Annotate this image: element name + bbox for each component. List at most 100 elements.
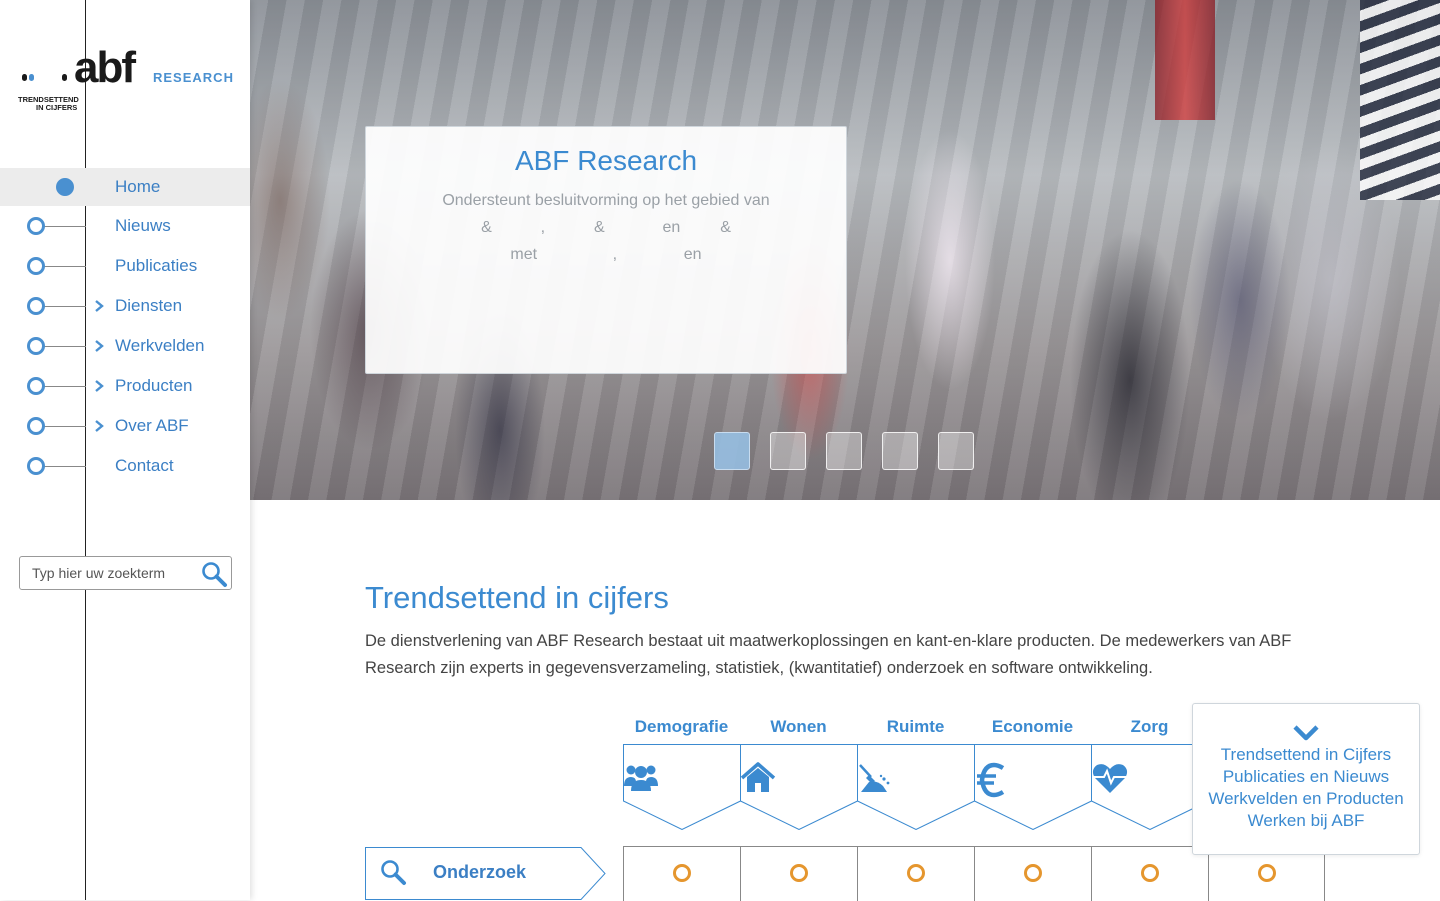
slide-dot-4[interactable] xyxy=(882,432,918,470)
nav-item-nieuws[interactable]: Nieuws xyxy=(0,206,250,246)
slide-pagination xyxy=(714,432,974,470)
chevron-right-icon[interactable] xyxy=(92,339,106,353)
nav-item-over-abf[interactable]: Over ABF xyxy=(0,406,250,446)
nav-node-icon xyxy=(27,337,45,355)
ring-icon xyxy=(673,864,691,882)
quicknav-link-werken[interactable]: Werken bij ABF xyxy=(1193,810,1419,832)
chevron-right-icon[interactable] xyxy=(92,379,106,393)
matrix-cell[interactable] xyxy=(1208,847,1325,901)
nav-item-contact[interactable]: Contact xyxy=(0,446,250,486)
row-onderzoek-label: Onderzoek xyxy=(433,862,527,882)
people-icon-svg xyxy=(624,765,658,791)
logo-tagline-line: IN CIJFERS xyxy=(36,103,78,112)
matrix-cell[interactable] xyxy=(1091,847,1208,901)
nav-node-icon xyxy=(27,257,45,275)
row-onderzoek[interactable]: Onderzoek xyxy=(365,847,607,900)
category-box xyxy=(974,744,1092,830)
page-title: Trendsettend in cijfers xyxy=(365,580,669,615)
slide-dot-5[interactable] xyxy=(938,432,974,470)
hero-background-detail xyxy=(1155,0,1215,120)
category-box xyxy=(623,744,741,830)
nav-item-home[interactable]: Home xyxy=(0,168,250,206)
nav-node-icon xyxy=(56,178,74,196)
main-navigation: Home Nieuws Publicaties Diensten Werkvel… xyxy=(0,168,250,486)
slide-dot-3[interactable] xyxy=(826,432,862,470)
ring-icon xyxy=(1024,864,1042,882)
slide-dot-2[interactable] xyxy=(770,432,806,470)
nav-item-label: Over ABF xyxy=(115,416,189,435)
nav-item-label: Werkvelden xyxy=(115,336,205,355)
nav-item-label: Diensten xyxy=(115,296,183,315)
abf-logo[interactable]: abf RESEARCH TRENDSETTEND IN CIJFERS xyxy=(18,46,233,116)
nav-node-icon xyxy=(27,417,45,435)
category-label: Zorg xyxy=(1130,717,1169,736)
nav-item-label: Nieuws xyxy=(115,216,171,235)
category-label: Ruimte xyxy=(886,717,945,736)
hero-text-line: & , & en & xyxy=(481,219,731,236)
hero-text-line: met , en xyxy=(510,246,702,263)
sidebar: abf RESEARCH TRENDSETTEND IN CIJFERS Hom… xyxy=(0,0,250,900)
quicknav-link-publicaties[interactable]: Publicaties en Nieuws xyxy=(1193,766,1419,788)
nav-item-producten[interactable]: Producten xyxy=(0,366,250,406)
hero-text: Ondersteunt besluitvorming op het gebied… xyxy=(416,187,796,268)
ring-icon xyxy=(790,864,808,882)
category-header-row: Demografie Wonen Ruimte Economie Zorg xyxy=(623,714,1209,830)
nav-item-label: Producten xyxy=(115,376,193,395)
hero-title: ABF Research xyxy=(514,145,698,176)
category-box xyxy=(740,744,858,830)
nav-item-label: Publicaties xyxy=(115,256,198,275)
quicknav-link-trendsettend[interactable]: Trendsettend in Cijfers xyxy=(1193,744,1419,766)
nav-node-icon xyxy=(27,457,45,475)
matrix-cell[interactable] xyxy=(857,847,974,901)
logo-tagline: TRENDSETTEND IN CIJFERS xyxy=(18,96,79,112)
category-box xyxy=(857,744,975,830)
logo-suffix: RESEARCH xyxy=(153,70,234,85)
category-label: Demografie xyxy=(634,717,729,736)
category-economie[interactable]: Economie xyxy=(974,714,1092,830)
ring-icon xyxy=(1258,864,1276,882)
nav-item-werkvelden[interactable]: Werkvelden xyxy=(0,326,250,366)
quick-navigation-panel: Trendsettend in Cijfers Publicaties en N… xyxy=(1192,703,1420,855)
category-ruimte[interactable]: Ruimte xyxy=(857,714,975,830)
nav-item-diensten[interactable]: Diensten xyxy=(0,286,250,326)
nav-item-publicaties[interactable]: Publicaties xyxy=(0,246,250,286)
chevron-down-icon[interactable] xyxy=(1292,722,1320,744)
hero-caption-card: ABF Research Ondersteunt besluitvorming … xyxy=(365,126,847,374)
matrix-cell[interactable] xyxy=(974,847,1091,901)
slide-dot-1[interactable] xyxy=(714,432,750,470)
quicknav-link-werkvelden[interactable]: Werkvelden en Producten xyxy=(1193,788,1419,810)
category-label: Economie xyxy=(991,717,1074,736)
category-wonen[interactable]: Wonen xyxy=(740,714,858,830)
nav-item-label: Contact xyxy=(115,456,174,475)
search-input[interactable] xyxy=(20,557,190,589)
category-zorg[interactable]: Zorg xyxy=(1091,714,1209,830)
logo-dot xyxy=(29,74,34,81)
search-box xyxy=(19,556,232,590)
logo-wordmark: abf xyxy=(74,43,136,92)
hero-background-detail xyxy=(1360,0,1440,200)
ring-icon xyxy=(907,864,925,882)
ring-icon xyxy=(1141,864,1159,882)
house-icon-svg xyxy=(740,762,776,792)
intro-text: De dienstverlening van ABF Research best… xyxy=(365,632,1292,677)
heartbeat-icon-svg xyxy=(1092,764,1128,793)
magnifier-icon[interactable] xyxy=(200,560,228,588)
nav-item-label: Home xyxy=(115,177,161,196)
nav-node-icon xyxy=(27,217,45,235)
chevron-right-icon[interactable] xyxy=(92,419,106,433)
hero-text-line: Ondersteunt besluitvorming op het gebied… xyxy=(442,192,770,209)
nav-node-icon xyxy=(27,377,45,395)
logo-dot xyxy=(62,74,67,81)
shovel-icon-svg xyxy=(859,764,890,792)
euro-icon-svg xyxy=(977,762,1005,798)
hero-banner: ABF Research Ondersteunt besluitvorming … xyxy=(250,0,1440,500)
matrix-cell[interactable] xyxy=(623,847,740,901)
category-demografie[interactable]: Demografie xyxy=(623,714,741,830)
chevron-right-icon[interactable] xyxy=(92,299,106,313)
nav-node-icon xyxy=(27,297,45,315)
logo-dot xyxy=(22,74,27,81)
matrix-cell[interactable] xyxy=(740,847,857,901)
magnifier-icon xyxy=(381,860,406,885)
intro-section: Trendsettend in cijfers De dienstverleni… xyxy=(365,580,1325,682)
category-label: Wonen xyxy=(770,717,827,736)
